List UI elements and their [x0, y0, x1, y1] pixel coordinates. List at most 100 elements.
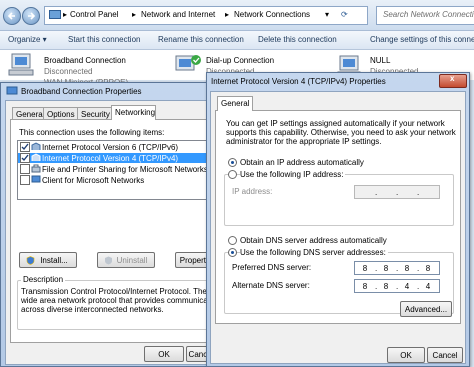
search-placeholder: Search Network Connections [383, 10, 474, 19]
search-input[interactable]: Search Network Connections [376, 6, 474, 25]
intro-line: administrator for the appropriate IP set… [226, 137, 382, 146]
octet: 8 [425, 264, 431, 273]
broadband-connection-name[interactable]: Broadband Connection [44, 56, 126, 65]
tab-networking-label: Networking [115, 108, 156, 117]
ip-address-field: ... [354, 185, 440, 199]
ip-address-label: IP address: [232, 187, 273, 196]
networking-tab-panel: This connection uses the following items… [10, 119, 229, 343]
obtain-ip-label: Obtain an IP address automatically [240, 158, 364, 167]
item-label: Client for Microsoft Networks [42, 176, 145, 185]
dialog-body: General You can get IP settings assigned… [210, 91, 466, 364]
close-icon[interactable] [439, 74, 467, 88]
broadband-connection-icon [8, 53, 34, 76]
back-arrow-icon [7, 12, 15, 20]
cancel-button[interactable]: Cancel [427, 347, 463, 363]
breadcrumb-control-panel[interactable]: Control Panel [70, 10, 118, 19]
tab-options-label: Options [47, 110, 75, 119]
octet: 4 [404, 282, 410, 291]
dialup-connection-icon [175, 55, 201, 71]
intro-line: You can get IP settings assigned automat… [226, 119, 445, 128]
protocol-icon [31, 142, 41, 150]
organize-menu[interactable]: Organize ▾ [8, 35, 47, 44]
list-item[interactable]: Internet Protocol Version 6 (TCP/IPv6) [18, 142, 206, 152]
use-ip-label: Use the following IP address: [240, 170, 346, 179]
network-client-icon [31, 175, 41, 183]
cancel-button-label: Cancel [432, 351, 458, 360]
null-connection-name[interactable]: NULL [370, 56, 390, 65]
forward-arrow-icon [28, 12, 36, 20]
uninstall-button-label: Uninstall [116, 256, 148, 265]
alternate-dns-field[interactable]: 8. 8. 4. 4 [354, 279, 440, 293]
network-icon [6, 86, 18, 95]
obtain-dns-label: Obtain DNS server address automatically [240, 236, 387, 245]
obtain-dns-radio[interactable] [228, 236, 237, 245]
refresh-icon[interactable]: ⟳ [341, 10, 348, 19]
install-button[interactable]: Install... [19, 252, 77, 268]
breadcrumb-network-connections[interactable]: Network Connections [234, 10, 310, 19]
checkmark-icon [21, 154, 29, 162]
obtain-ip-radio[interactable] [228, 158, 237, 167]
dialup-connection-name[interactable]: Dial-up Connection [206, 56, 274, 65]
breadcrumb-dropdown-icon[interactable]: ▾ [325, 10, 329, 19]
general-tab-panel: You can get IP settings assigned automat… [215, 110, 461, 324]
start-connection-button[interactable]: Start this connection [68, 35, 140, 44]
list-item-selected[interactable]: Internet Protocol Version 4 (TCP/IPv4) [18, 153, 206, 163]
list-item[interactable]: Client for Microsoft Networks [18, 175, 206, 185]
description-heading: Description [21, 275, 66, 284]
ok-button[interactable]: OK [144, 346, 184, 362]
dialog-title: Internet Protocol Version 4 (TCP/IPv4) P… [211, 77, 386, 86]
description-line: across diverse interconnected networks. [21, 305, 164, 314]
tab-general-label: General [16, 110, 45, 119]
dialog-body: General Options Security Networking This… [5, 100, 229, 365]
items-heading: This connection uses the following items… [19, 128, 165, 137]
address-bar-area: ▸ Control Panel ▸ Network and Internet ▸… [0, 0, 474, 31]
tab-general[interactable]: General [217, 96, 253, 111]
advanced-button[interactable]: Advanced... [400, 301, 452, 317]
tab-general-label: General [221, 99, 250, 108]
back-button[interactable] [3, 7, 21, 25]
alternate-dns-label: Alternate DNS server: [232, 281, 310, 290]
item-checkbox[interactable] [20, 175, 30, 185]
tab-security-label: Security [81, 110, 110, 119]
advanced-button-label: Advanced... [404, 305, 448, 314]
item-label: File and Printer Sharing for Microsoft N… [42, 165, 208, 174]
control-panel-icon [49, 10, 61, 19]
octet: 8 [383, 282, 389, 291]
breadcrumb-separator: ▸ [132, 10, 137, 19]
octet: 8 [404, 264, 410, 273]
intro-line: supports this capability. Otherwise, you… [226, 128, 456, 137]
broadband-connection-status: Disconnected [44, 67, 93, 76]
change-settings-button[interactable]: Change settings of this connection [370, 35, 474, 44]
item-label: Internet Protocol Version 6 (TCP/IPv6) [42, 143, 179, 152]
breadcrumb-network-internet[interactable]: Network and Internet [141, 10, 215, 19]
preferred-dns-field[interactable]: 8. 8. 8. 8 [354, 261, 440, 275]
rename-connection-button[interactable]: Rename this connection [158, 35, 244, 44]
item-checkbox[interactable] [20, 142, 30, 152]
checkmark-icon [21, 143, 29, 151]
item-label: Internet Protocol Version 4 (TCP/IPv4) [42, 154, 179, 163]
delete-connection-button[interactable]: Delete this connection [258, 35, 337, 44]
tab-networking[interactable]: Networking [111, 105, 156, 120]
use-ip-radio[interactable] [228, 170, 237, 179]
ok-button-label: OK [400, 351, 412, 360]
octet: 4 [425, 282, 431, 291]
preferred-dns-label: Preferred DNS server: [232, 263, 312, 272]
description-line: Transmission Control Protocol/Internet P… [21, 287, 230, 296]
command-bar: Organize ▾ Start this connection Rename … [0, 31, 474, 50]
ok-button[interactable]: OK [387, 347, 425, 363]
forward-button[interactable] [22, 7, 40, 25]
dialog-title: Broadband Connection Properties [21, 87, 142, 96]
items-list: Internet Protocol Version 6 (TCP/IPv6) I… [17, 140, 208, 200]
use-dns-radio[interactable] [228, 248, 237, 257]
octet: 8 [362, 264, 368, 273]
breadcrumb-separator: ▸ [225, 10, 230, 19]
uninstall-button: Uninstall [97, 252, 155, 268]
item-checkbox[interactable] [20, 153, 30, 163]
ip-address-group [224, 174, 454, 226]
list-item[interactable]: File and Printer Sharing for Microsoft N… [18, 164, 208, 174]
printer-sharing-icon [31, 164, 41, 173]
protocol-icon [31, 153, 41, 161]
use-dns-label: Use the following DNS server addresses: [240, 248, 388, 257]
breadcrumb[interactable]: ▸ Control Panel ▸ Network and Internet ▸… [44, 6, 368, 25]
item-checkbox[interactable] [20, 164, 30, 174]
